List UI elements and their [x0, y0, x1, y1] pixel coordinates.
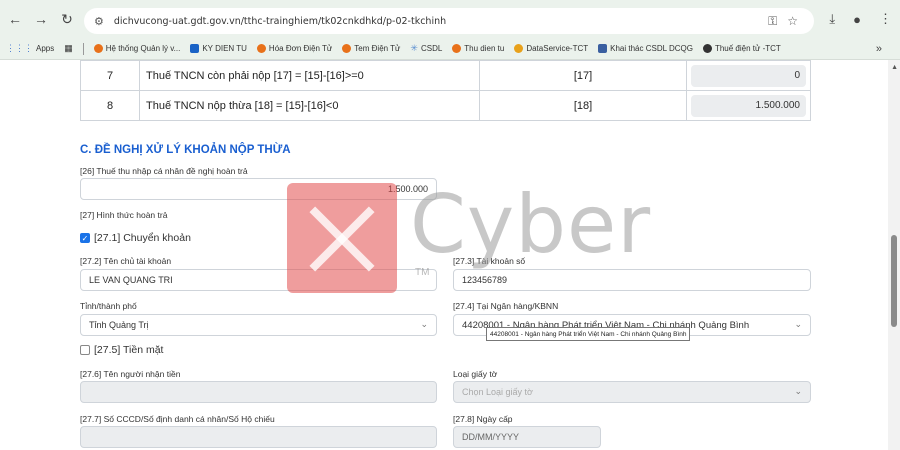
row-code: [18]	[480, 91, 687, 120]
reload-icon[interactable]: ↻	[56, 8, 78, 30]
section-title: C. ĐỀ NGHỊ XỬ LÝ KHOẢN NỘP THỪA	[80, 144, 291, 156]
chevron-down-icon: ⌄	[794, 386, 802, 396]
bookmark-label: Hệ thống Quản lý v...	[105, 44, 181, 53]
watermark-text: Cyber	[410, 178, 652, 271]
bookmark-label: Hóa Đơn Điện Tử	[268, 44, 333, 53]
province-select[interactable]: Tỉnh Quảng Trị ⌄	[80, 314, 437, 336]
cash-label: [27.5] Tiền mặt	[94, 344, 164, 356]
chevron-down-icon: ⌄	[794, 319, 802, 329]
bookmark-item[interactable]: KY DIEN TU	[190, 44, 247, 53]
row-code: [17]	[480, 61, 687, 90]
row-description: Thuế TNCN nộp thừa [18] = [15]-[16]<0	[140, 91, 480, 120]
favicon-icon	[93, 44, 103, 53]
issue-date-input[interactable]: DD/MM/YYYY	[453, 426, 601, 448]
id-number-label: [27.7] Số CCCD/Số định danh cá nhân/Số H…	[80, 414, 275, 424]
favicon-icon	[702, 44, 712, 53]
bookmark-label: DataService-TCT	[526, 44, 589, 53]
transfer-label: [27.1] Chuyển khoản	[94, 232, 191, 244]
doc-type-select[interactable]: Chọn Loại giấy tờ ⌄	[453, 381, 811, 403]
issue-date-placeholder: DD/MM/YYYY	[462, 432, 520, 442]
bookmark-label: Apps	[36, 44, 55, 53]
bookmark-item[interactable]: Hệ thống Quản lý v...	[93, 44, 181, 53]
province-label: Tỉnh/thành phố	[80, 301, 137, 311]
password-key-icon[interactable]: ⚿	[768, 14, 777, 29]
bookmark-star-icon[interactable]: ☆	[787, 14, 798, 28]
row-number: 8	[81, 91, 140, 120]
account-owner-label: [27.2] Tên chủ tài khoản	[80, 256, 172, 266]
tab-grid-icon[interactable]: ▦	[64, 43, 73, 54]
profile-icon[interactable]: ●	[853, 12, 861, 27]
url-text: dichvucong-uat.gdt.gov.vn/tthc-trainghie…	[113, 15, 447, 27]
favicon-icon	[256, 44, 266, 53]
back-icon[interactable]: ←	[4, 8, 26, 30]
bookmark-item[interactable]: Khai thác CSDL DCQG	[598, 44, 693, 53]
receiver-label: [27.6] Tên người nhận tiền	[80, 369, 181, 379]
account-number-input[interactable]: 123456789	[453, 269, 811, 291]
favicon-icon	[342, 44, 352, 53]
bookmark-label: Thu dien tu	[464, 44, 505, 53]
table-row: 7 Thuế TNCN còn phải nộp [17] = [15]-[16…	[81, 60, 810, 90]
bookmark-apps[interactable]: ⋮⋮⋮ Apps	[6, 43, 54, 54]
bookmark-item[interactable]: Thuế điện tử -TCT	[702, 44, 781, 53]
row-description: Thuế TNCN còn phải nộp [17] = [15]-[16]>…	[140, 61, 480, 90]
id-number-input[interactable]	[80, 426, 437, 448]
cash-option[interactable]: [27.5] Tiền mặt	[80, 344, 163, 356]
menu-icon[interactable]: ⋮	[879, 11, 892, 27]
bookmark-label: CSDL	[420, 44, 443, 53]
refund-method-label: [27] Hình thức hoàn trả	[80, 210, 168, 220]
bookmark-label: KY DIEN TU	[202, 44, 247, 53]
bookmark-separator	[82, 42, 84, 55]
bank-tooltip: 44208001 - Ngân hàng Phát triển Việt Nam…	[486, 327, 691, 341]
page-content: 7 Thuế TNCN còn phải nộp [17] = [15]-[16…	[0, 60, 888, 450]
bookmark-item[interactable]: Hóa Đơn Điện Tử	[256, 44, 333, 53]
bookmark-item[interactable]: ✳ CSDL	[410, 43, 442, 54]
row-value: 1.500.000	[691, 94, 806, 117]
bookmark-item[interactable]: Thu dien tu	[452, 44, 504, 53]
bookmark-item[interactable]: DataService-TCT	[514, 44, 588, 53]
tax-table: 7 Thuế TNCN còn phải nộp [17] = [15]-[16…	[80, 60, 811, 121]
doc-type-label: Loại giấy tờ	[453, 369, 498, 379]
bookmark-label: Tem Điện Tử	[354, 44, 401, 53]
favicon-icon	[452, 44, 462, 53]
bookmark-item[interactable]: Tem Điện Tử	[342, 44, 400, 53]
table-row: 8 Thuế TNCN nộp thừa [18] = [15]-[16]<0 …	[81, 90, 810, 120]
transfer-option[interactable]: ✓ [27.1] Chuyển khoản	[80, 232, 191, 244]
favicon-icon	[514, 44, 524, 53]
chevron-down-icon: ⌄	[420, 319, 428, 329]
transfer-checkbox[interactable]: ✓	[80, 233, 90, 243]
doc-type-placeholder: Chọn Loại giấy tờ	[462, 387, 533, 397]
apps-grid-icon: ⋮⋮⋮	[6, 43, 33, 53]
favicon-icon	[598, 44, 608, 53]
favicon-icon	[190, 44, 200, 53]
cash-checkbox[interactable]	[80, 345, 90, 355]
address-bar[interactable]: ⚙ dichvucong-uat.gdt.gov.vn/tthc-traingh…	[84, 8, 814, 34]
row-value: 0	[691, 64, 806, 87]
download-icon[interactable]: ⤓	[829, 11, 835, 27]
watermark-tm: TM	[415, 267, 430, 278]
issue-date-label: [27.8] Ngày cấp	[453, 414, 513, 424]
province-value: Tỉnh Quảng Trị	[89, 320, 149, 330]
site-info-icon[interactable]: ⚙	[94, 15, 104, 28]
row-number: 7	[81, 61, 140, 90]
receiver-input[interactable]	[80, 381, 437, 403]
bookmarks-bar: ⋮⋮⋮ Apps ▦ Hệ thống Quản lý v... KY DIEN…	[0, 38, 900, 60]
bookmark-label: Thuế điện tử -TCT	[714, 44, 781, 53]
bookmarks-more-button[interactable]: »	[876, 43, 882, 55]
forward-icon[interactable]: →	[30, 8, 52, 30]
bank-label: [27.4] Tại Ngân hàng/KBNN	[453, 301, 559, 311]
favicon-icon: ✳	[410, 43, 418, 53]
bookmark-label: Khai thác CSDL DCQG	[610, 44, 693, 53]
scroll-up-icon[interactable]: ▲	[891, 64, 898, 71]
refund-amount-label: [26] Thuế thu nhập cá nhân đề nghị hoàn …	[80, 166, 248, 176]
scrollbar-thumb[interactable]	[891, 235, 897, 327]
